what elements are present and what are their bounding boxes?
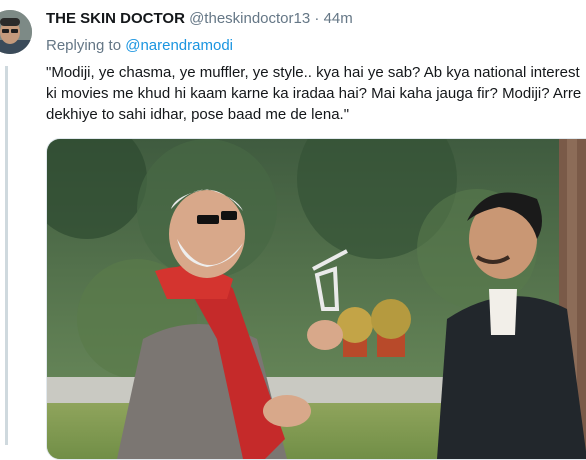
avatar-image [0,10,32,54]
mention-link[interactable]: @narendramodi [125,37,233,54]
author-name[interactable]: THE SKIN DOCTOR [46,10,185,27]
tweet-text-line: dekhiye to sahi idhar, pose baad me de l… [46,106,350,123]
tweet-text: "Modiji, ye chasma, ye muffler, ye style… [46,62,586,125]
timestamp[interactable]: 44m [324,10,353,27]
tweet-header: THE SKIN DOCTOR @theskindoctor13 · 44m [46,10,353,28]
separator-dot: · [314,10,320,27]
tweet-text-line: ki movies me khud hi kaam karne ka irada… [46,85,582,102]
replying-to-line: Replying to @narendramodi [46,37,233,54]
photo-illustration [47,139,586,459]
author-handle[interactable]: @theskindoctor13 [189,10,310,27]
tweet-media-photo[interactable] [46,138,586,460]
tweet-text-line: "Modiji, ye chasma, ye muffler, ye style… [46,64,580,81]
thread-line [5,66,8,445]
avatar[interactable] [0,10,32,54]
replying-prefix: Replying to [46,37,122,54]
